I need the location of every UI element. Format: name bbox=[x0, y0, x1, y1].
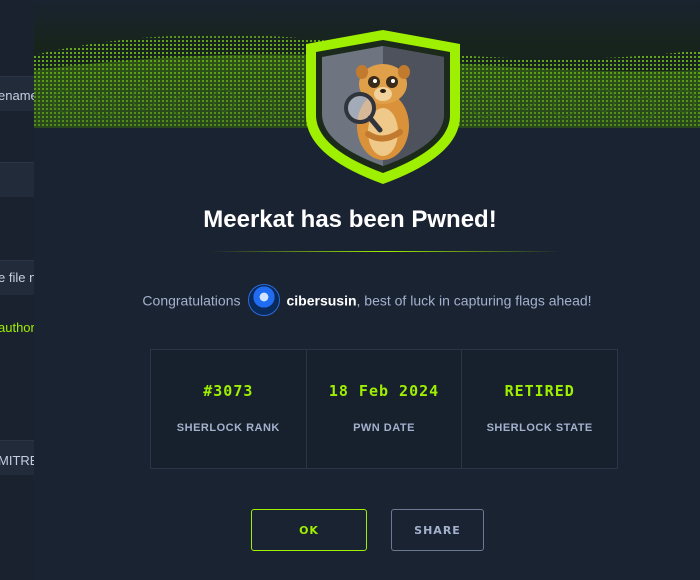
background-link: author bbox=[0, 320, 35, 335]
background-text: e file n bbox=[0, 270, 37, 285]
stat-pwn-date: 18 Feb 2024 PWN DATE bbox=[307, 350, 463, 468]
title-divider bbox=[210, 251, 560, 252]
stat-value: RETIRED bbox=[504, 382, 575, 400]
user-avatar-icon bbox=[248, 284, 281, 316]
share-button[interactable]: SHARE bbox=[391, 509, 484, 551]
pwned-modal: Meerkat has been Pwned! Congratulations c… bbox=[34, 0, 700, 580]
background-text: ename bbox=[0, 88, 38, 103]
stats-panel: #3073 SHERLOCK RANK 18 Feb 2024 PWN DATE… bbox=[150, 349, 618, 469]
modal-title: Meerkat has been Pwned! bbox=[203, 206, 497, 233]
stat-label: SHERLOCK STATE bbox=[486, 422, 593, 434]
stat-label: SHERLOCK RANK bbox=[176, 422, 280, 434]
stat-value: #3073 bbox=[203, 382, 254, 400]
username[interactable]: cibersusin bbox=[286, 293, 356, 309]
stat-label: PWN DATE bbox=[353, 422, 415, 434]
congrats-prefix: Congratulations bbox=[142, 292, 241, 309]
congrats-suffix: , best of luck in capturing flags ahead! bbox=[356, 292, 592, 309]
background-text: MITRE bbox=[0, 453, 38, 468]
stat-sherlock-rank: #3073 SHERLOCK RANK bbox=[151, 350, 307, 468]
stat-sherlock-state: RETIRED SHERLOCK STATE bbox=[462, 350, 617, 468]
congratulations-message: Congratulations cibersusin, best of luck … bbox=[34, 284, 700, 318]
ok-button[interactable]: OK bbox=[251, 509, 367, 551]
meerkat-badge-icon bbox=[306, 30, 460, 184]
stat-value: 18 Feb 2024 bbox=[328, 382, 440, 400]
